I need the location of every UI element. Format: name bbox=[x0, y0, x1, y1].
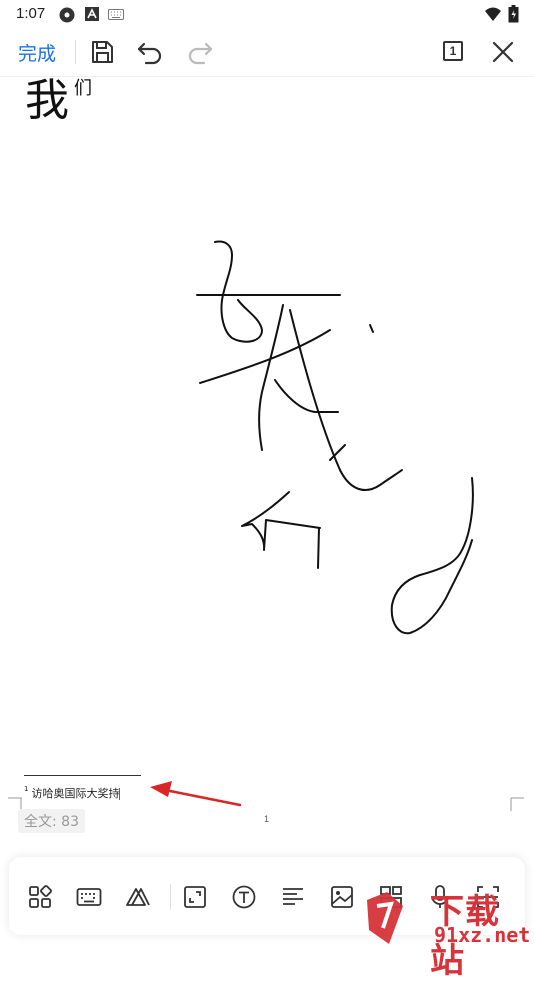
handwriting-icon[interactable] bbox=[124, 883, 152, 911]
fullscreen-icon[interactable] bbox=[181, 883, 209, 911]
image-icon[interactable] bbox=[328, 883, 356, 911]
watermark-text-bottom: 91xz.net bbox=[434, 923, 531, 947]
footnote-text[interactable]: 访哈奥国际大奖持 bbox=[31, 787, 119, 800]
handwriting-drawing[interactable] bbox=[0, 0, 534, 950]
align-icon[interactable] bbox=[279, 883, 307, 911]
bottom-toolbar-divider bbox=[170, 884, 171, 910]
word-count-badge: 全文: 83 bbox=[18, 809, 85, 833]
text-cursor bbox=[119, 788, 121, 800]
footnote-separator bbox=[24, 775, 141, 776]
keyboard-icon[interactable] bbox=[75, 883, 103, 911]
footnote[interactable]: 1 访哈奥国际大奖持 bbox=[24, 785, 121, 801]
page-corner-right bbox=[510, 797, 524, 811]
apps-icon[interactable] bbox=[26, 883, 54, 911]
text-icon[interactable] bbox=[230, 883, 258, 911]
page-number: 1 bbox=[264, 814, 270, 824]
footnote-marker: 1 bbox=[24, 785, 29, 793]
